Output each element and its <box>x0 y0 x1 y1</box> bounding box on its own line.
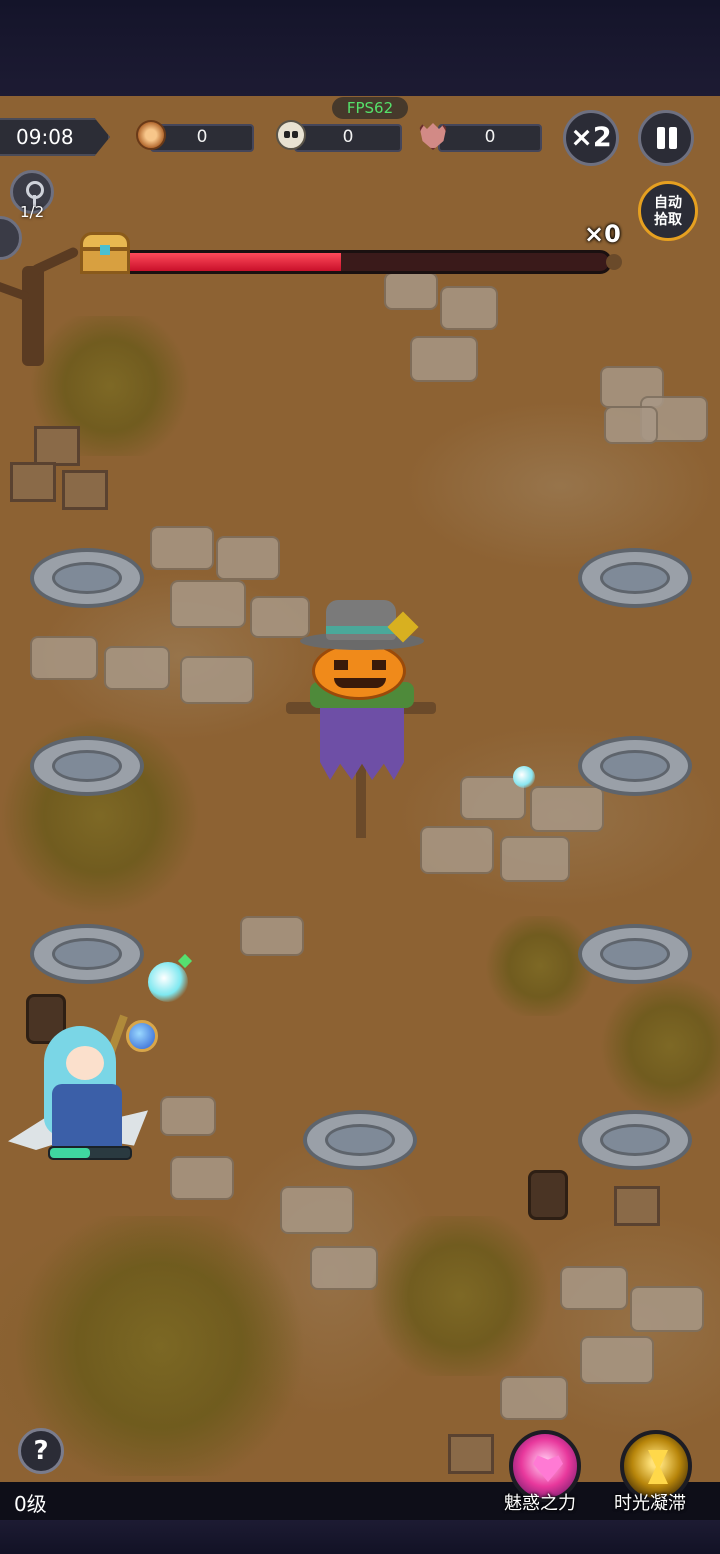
stone <box>240 916 304 956</box>
help-button[interactable]: ? <box>18 1428 64 1474</box>
hero-health-bar <box>48 1146 132 1160</box>
hourglass-icon <box>648 1450 668 1484</box>
energy-orb-pickup[interactable] <box>513 766 535 788</box>
kill-counter: 0 <box>294 124 402 152</box>
crate <box>34 426 80 466</box>
tower-slot[interactable] <box>578 730 692 800</box>
heart-icon <box>533 1455 563 1482</box>
auto-pickup-label-2: 拾取 <box>654 212 682 228</box>
stone <box>560 1266 628 1310</box>
skill-time-stop-label: 时光凝滞 <box>614 1493 686 1514</box>
top-band <box>0 0 720 96</box>
stone <box>580 1336 654 1384</box>
tower-slot[interactable] <box>303 1104 417 1174</box>
pause-button[interactable] <box>638 110 694 166</box>
game-timer: 09:08 <box>0 118 110 156</box>
stone <box>150 526 214 570</box>
crate <box>10 462 56 502</box>
tower-slot[interactable] <box>578 1104 692 1174</box>
kill-count: 0 <box>342 127 354 147</box>
magic-orb-projectile <box>148 962 188 1002</box>
tower-slot[interactable] <box>578 918 692 988</box>
treasure-chest-icon <box>80 232 130 274</box>
stone <box>604 406 658 444</box>
tower-slot[interactable] <box>578 542 692 612</box>
stone <box>180 656 254 704</box>
auto-pickup-button[interactable]: 自动 拾取 <box>638 181 698 241</box>
stone <box>630 1286 704 1332</box>
elite-counter: 0 <box>438 124 542 152</box>
crate <box>448 1434 494 1474</box>
bottom-bar <box>0 1482 720 1520</box>
crate <box>62 470 108 510</box>
stone <box>410 336 478 382</box>
stone <box>500 836 570 882</box>
tower-slot[interactable] <box>30 542 144 612</box>
chest-progress-bar <box>118 250 612 274</box>
elite-count: 0 <box>484 127 496 147</box>
chest-progress-fill <box>121 253 341 271</box>
skill-charm-label: 魅惑之力 <box>504 1493 576 1514</box>
stone <box>170 1156 234 1200</box>
chest-multiplier: ×0 <box>584 220 621 248</box>
key-count: 1/2 <box>20 203 45 221</box>
stone <box>30 636 98 680</box>
tower-slot[interactable] <box>30 730 144 800</box>
pumpkin-scarecrow-enemy[interactable] <box>282 598 442 838</box>
barrel <box>528 1170 568 1220</box>
coin-icon <box>136 120 166 150</box>
hero-health-fill <box>50 1148 90 1158</box>
stone <box>216 536 280 580</box>
stone <box>104 646 170 690</box>
player-level: 0级 <box>14 1492 47 1516</box>
stone <box>160 1096 216 1136</box>
coin-count: 0 <box>196 127 208 147</box>
grass <box>600 976 720 1116</box>
fps-counter: FPS62 <box>332 97 408 119</box>
progress-end-cap <box>606 254 622 270</box>
grass <box>360 1216 560 1376</box>
speed-button[interactable]: ×2 <box>563 110 619 166</box>
skull-icon <box>276 120 306 150</box>
stone <box>170 580 246 628</box>
stone <box>500 1376 568 1420</box>
stone <box>384 272 438 310</box>
bottom-band <box>0 1520 720 1554</box>
tower-slot[interactable] <box>30 918 144 988</box>
stone <box>440 286 498 330</box>
crate <box>614 1186 660 1226</box>
dead-tree <box>0 245 80 366</box>
auto-pickup-label-1: 自动 <box>654 195 682 211</box>
